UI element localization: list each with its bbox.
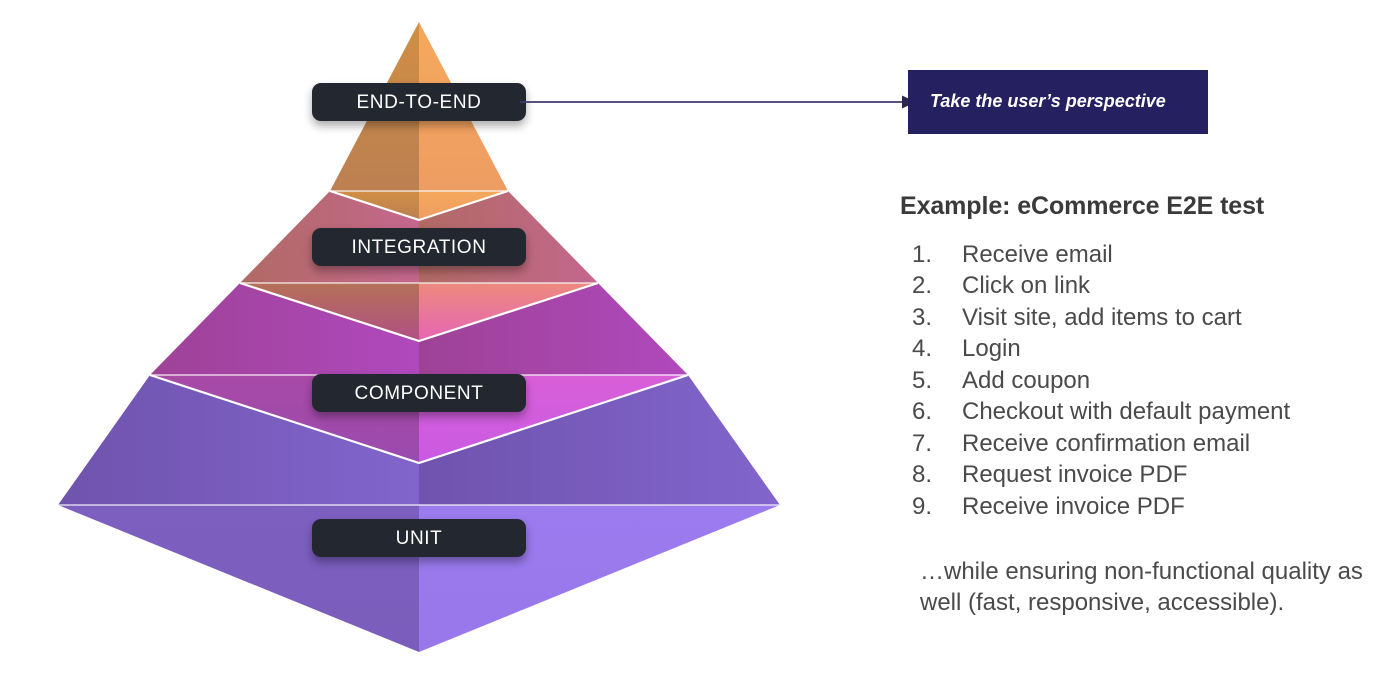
step-number: 2. — [912, 272, 933, 300]
list-item: 6. Checkout with default payment — [900, 396, 1380, 427]
pyramid-label-unit-text: UNIT — [395, 527, 443, 549]
step-text: Receive invoice PDF — [962, 492, 1185, 520]
step-text: Visit site, add items to cart — [962, 303, 1242, 331]
closing-note: …while ensuring non-functional quality a… — [920, 557, 1363, 617]
step-text: Add coupon — [962, 366, 1091, 394]
list-item: 1. Receive email — [900, 239, 1380, 270]
step-number: 6. — [912, 398, 933, 426]
step-text: Receive confirmation email — [962, 429, 1251, 457]
step-text: Login — [962, 335, 1021, 363]
list-item: 5. Add coupon — [900, 365, 1380, 396]
example-steps-list: 1. Receive email 2. Click on link 3. Vis… — [900, 239, 1380, 522]
step-number: 9. — [912, 492, 933, 520]
pyramid-label-integration[interactable]: INTEGRATION — [312, 228, 526, 266]
step-number: 4. — [912, 335, 933, 363]
pyramid-label-component-text: COMPONENT — [354, 382, 484, 404]
step-number: 8. — [912, 461, 933, 489]
list-item: 3. Visit site, add items to cart — [900, 302, 1380, 333]
step-text: Checkout with default payment — [962, 398, 1291, 426]
step-text: Receive email — [962, 241, 1113, 268]
pyramid-label-end-to-end[interactable]: END-TO-END — [312, 83, 526, 121]
step-number: 1. — [912, 241, 933, 268]
callout-text: Take the user’s perspective — [930, 91, 1166, 112]
list-item: 7. Receive confirmation email — [900, 428, 1380, 459]
callout-box: Take the user’s perspective — [908, 70, 1208, 134]
step-text: Request invoice PDF — [962, 461, 1188, 489]
step-number: 5. — [912, 366, 933, 394]
step-number: 3. — [912, 303, 933, 331]
list-item: 2. Click on link — [900, 270, 1380, 301]
list-item: 8. Request invoice PDF — [900, 459, 1380, 490]
list-item: 4. Login — [900, 333, 1380, 364]
pyramid-label-component[interactable]: COMPONENT — [312, 374, 526, 412]
pyramid-label-unit[interactable]: UNIT — [312, 519, 526, 557]
step-text: Click on link — [962, 272, 1091, 300]
connector-arrow-icon — [520, 95, 916, 109]
example-panel: Example: eCommerce E2E test 1. Receive e… — [900, 192, 1380, 618]
pyramid-label-end-to-end-text: END-TO-END — [356, 91, 482, 113]
pyramid-label-integration-text: INTEGRATION — [351, 236, 487, 258]
list-item: 9. Receive invoice PDF — [900, 491, 1380, 522]
step-number: 7. — [912, 429, 933, 457]
example-heading: Example: eCommerce E2E test — [900, 192, 1265, 220]
